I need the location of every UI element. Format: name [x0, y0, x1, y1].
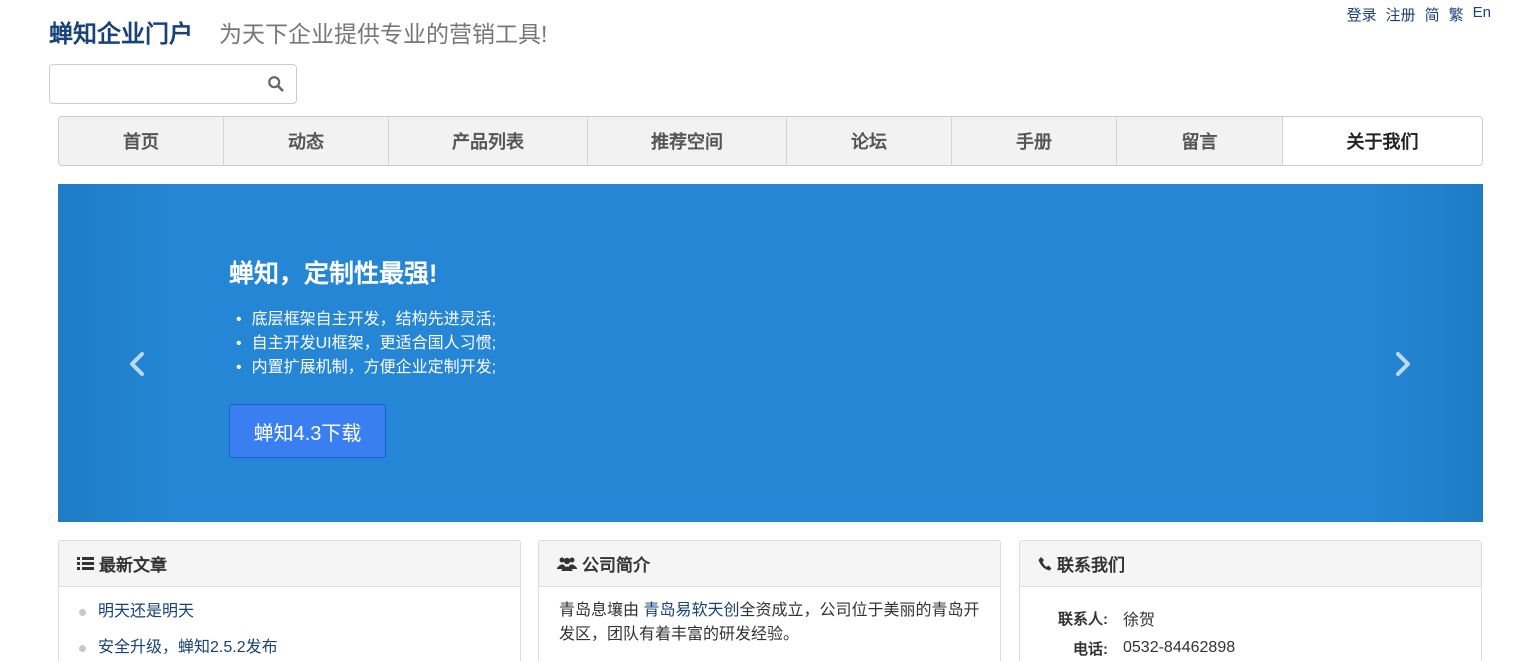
contact-row: 联系人: 徐贺 — [1020, 603, 1481, 633]
hero-carousel: 蝉知，定制性最强! 底层框架自主开发，结构先进灵活; 自主开发UI框架，更适合国… — [58, 184, 1483, 522]
brand: 蝉知企业门户 为天下企业提供专业的营销工具! — [49, 14, 547, 49]
panel-header: 联系我们 — [1020, 541, 1481, 587]
article-link[interactable]: 安全升级，蝉知2.5.2发布 — [98, 638, 278, 658]
nav-item-products[interactable]: 产品列表 — [389, 117, 588, 165]
nav-item-messages[interactable]: 留言 — [1117, 117, 1283, 165]
login-link[interactable]: 登录 — [1347, 4, 1377, 25]
nav-item-recommended[interactable]: 推荐空间 — [588, 117, 787, 165]
traditional-chinese-link[interactable]: 繁 — [1449, 4, 1464, 25]
bullet-icon — [79, 644, 86, 652]
top-links: 登录 注册 简 繁 En — [1347, 4, 1491, 25]
list-item[interactable]: 安全升级，蝉知2.5.2发布 — [79, 638, 520, 658]
list-icon — [77, 557, 94, 570]
search-input[interactable] — [50, 65, 250, 103]
contact-info: 联系人: 徐贺 电话: 0532-84462898 — [1020, 587, 1481, 661]
site-logo-text[interactable]: 蝉知企业门户 — [49, 14, 193, 49]
contact-panel: 联系我们 联系人: 徐贺 电话: 0532-84462898 — [1019, 540, 1482, 661]
company-intro-panel: 公司简介 青岛息壤由 青岛易软天创全资成立，公司位于美丽的青岛开发区，团队有着丰… — [538, 540, 1001, 661]
main-nav: 首页 动态 产品列表 推荐空间 论坛 手册 留言 关于我们 — [58, 116, 1483, 166]
download-button[interactable]: 蝉知4.3下载 — [229, 404, 386, 458]
article-link[interactable]: 明天还是明天 — [98, 602, 194, 622]
chevron-left-icon[interactable] — [126, 351, 148, 377]
chevron-right-icon[interactable] — [1392, 351, 1414, 377]
nav-item-manual[interactable]: 手册 — [952, 117, 1117, 165]
hero-feature-list: 底层框架自主开发，结构先进灵活; 自主开发UI框架，更适合国人习惯; 内置扩展机… — [236, 308, 496, 380]
hero-feature-item: 内置扩展机制，方便企业定制开发; — [236, 356, 496, 380]
bullet-icon — [79, 608, 86, 616]
nav-item-news[interactable]: 动态 — [224, 117, 389, 165]
article-list: 明天还是明天 安全升级，蝉知2.5.2发布 — [59, 587, 520, 658]
register-link[interactable]: 注册 — [1386, 4, 1416, 25]
company-intro-text: 青岛息壤由 青岛易软天创全资成立，公司位于美丽的青岛开发区，团队有着丰富的研发经… — [539, 587, 1000, 659]
nav-item-forum[interactable]: 论坛 — [787, 117, 952, 165]
panel-title: 公司简介 — [582, 556, 650, 575]
contact-label: 电话: — [1073, 640, 1108, 658]
hero-feature-item: 自主开发UI框架，更适合国人习惯; — [236, 332, 496, 356]
panel-title: 联系我们 — [1057, 556, 1125, 575]
contact-row: 电话: 0532-84462898 — [1020, 633, 1481, 661]
users-icon — [557, 557, 577, 571]
search-icon[interactable] — [267, 75, 285, 93]
latest-articles-panel: 最新文章 明天还是明天 安全升级，蝉知2.5.2发布 — [58, 540, 521, 661]
nav-item-about[interactable]: 关于我们 — [1283, 117, 1482, 165]
list-item[interactable]: 明天还是明天 — [79, 602, 520, 622]
hero-title: 蝉知，定制性最强! — [229, 260, 438, 288]
site-slogan: 为天下企业提供专业的营销工具! — [219, 21, 548, 47]
hero-feature-item: 底层框架自主开发，结构先进灵活; — [236, 308, 496, 332]
intro-text-start: 青岛息壤由 — [559, 602, 644, 619]
panel-header: 最新文章 — [59, 541, 520, 587]
contact-label: 联系人: — [1058, 610, 1108, 628]
panel-title: 最新文章 — [99, 556, 167, 575]
contact-value: 徐贺 — [1123, 612, 1156, 629]
search-box — [49, 64, 297, 104]
nav-item-home[interactable]: 首页 — [59, 117, 224, 165]
company-link[interactable]: 青岛易软天创 — [643, 602, 739, 619]
panel-header: 公司简介 — [539, 541, 1000, 587]
english-link[interactable]: En — [1473, 4, 1491, 25]
contact-value: 0532-84462898 — [1123, 639, 1236, 656]
phone-icon — [1038, 557, 1052, 571]
simplified-chinese-link[interactable]: 简 — [1425, 4, 1440, 25]
